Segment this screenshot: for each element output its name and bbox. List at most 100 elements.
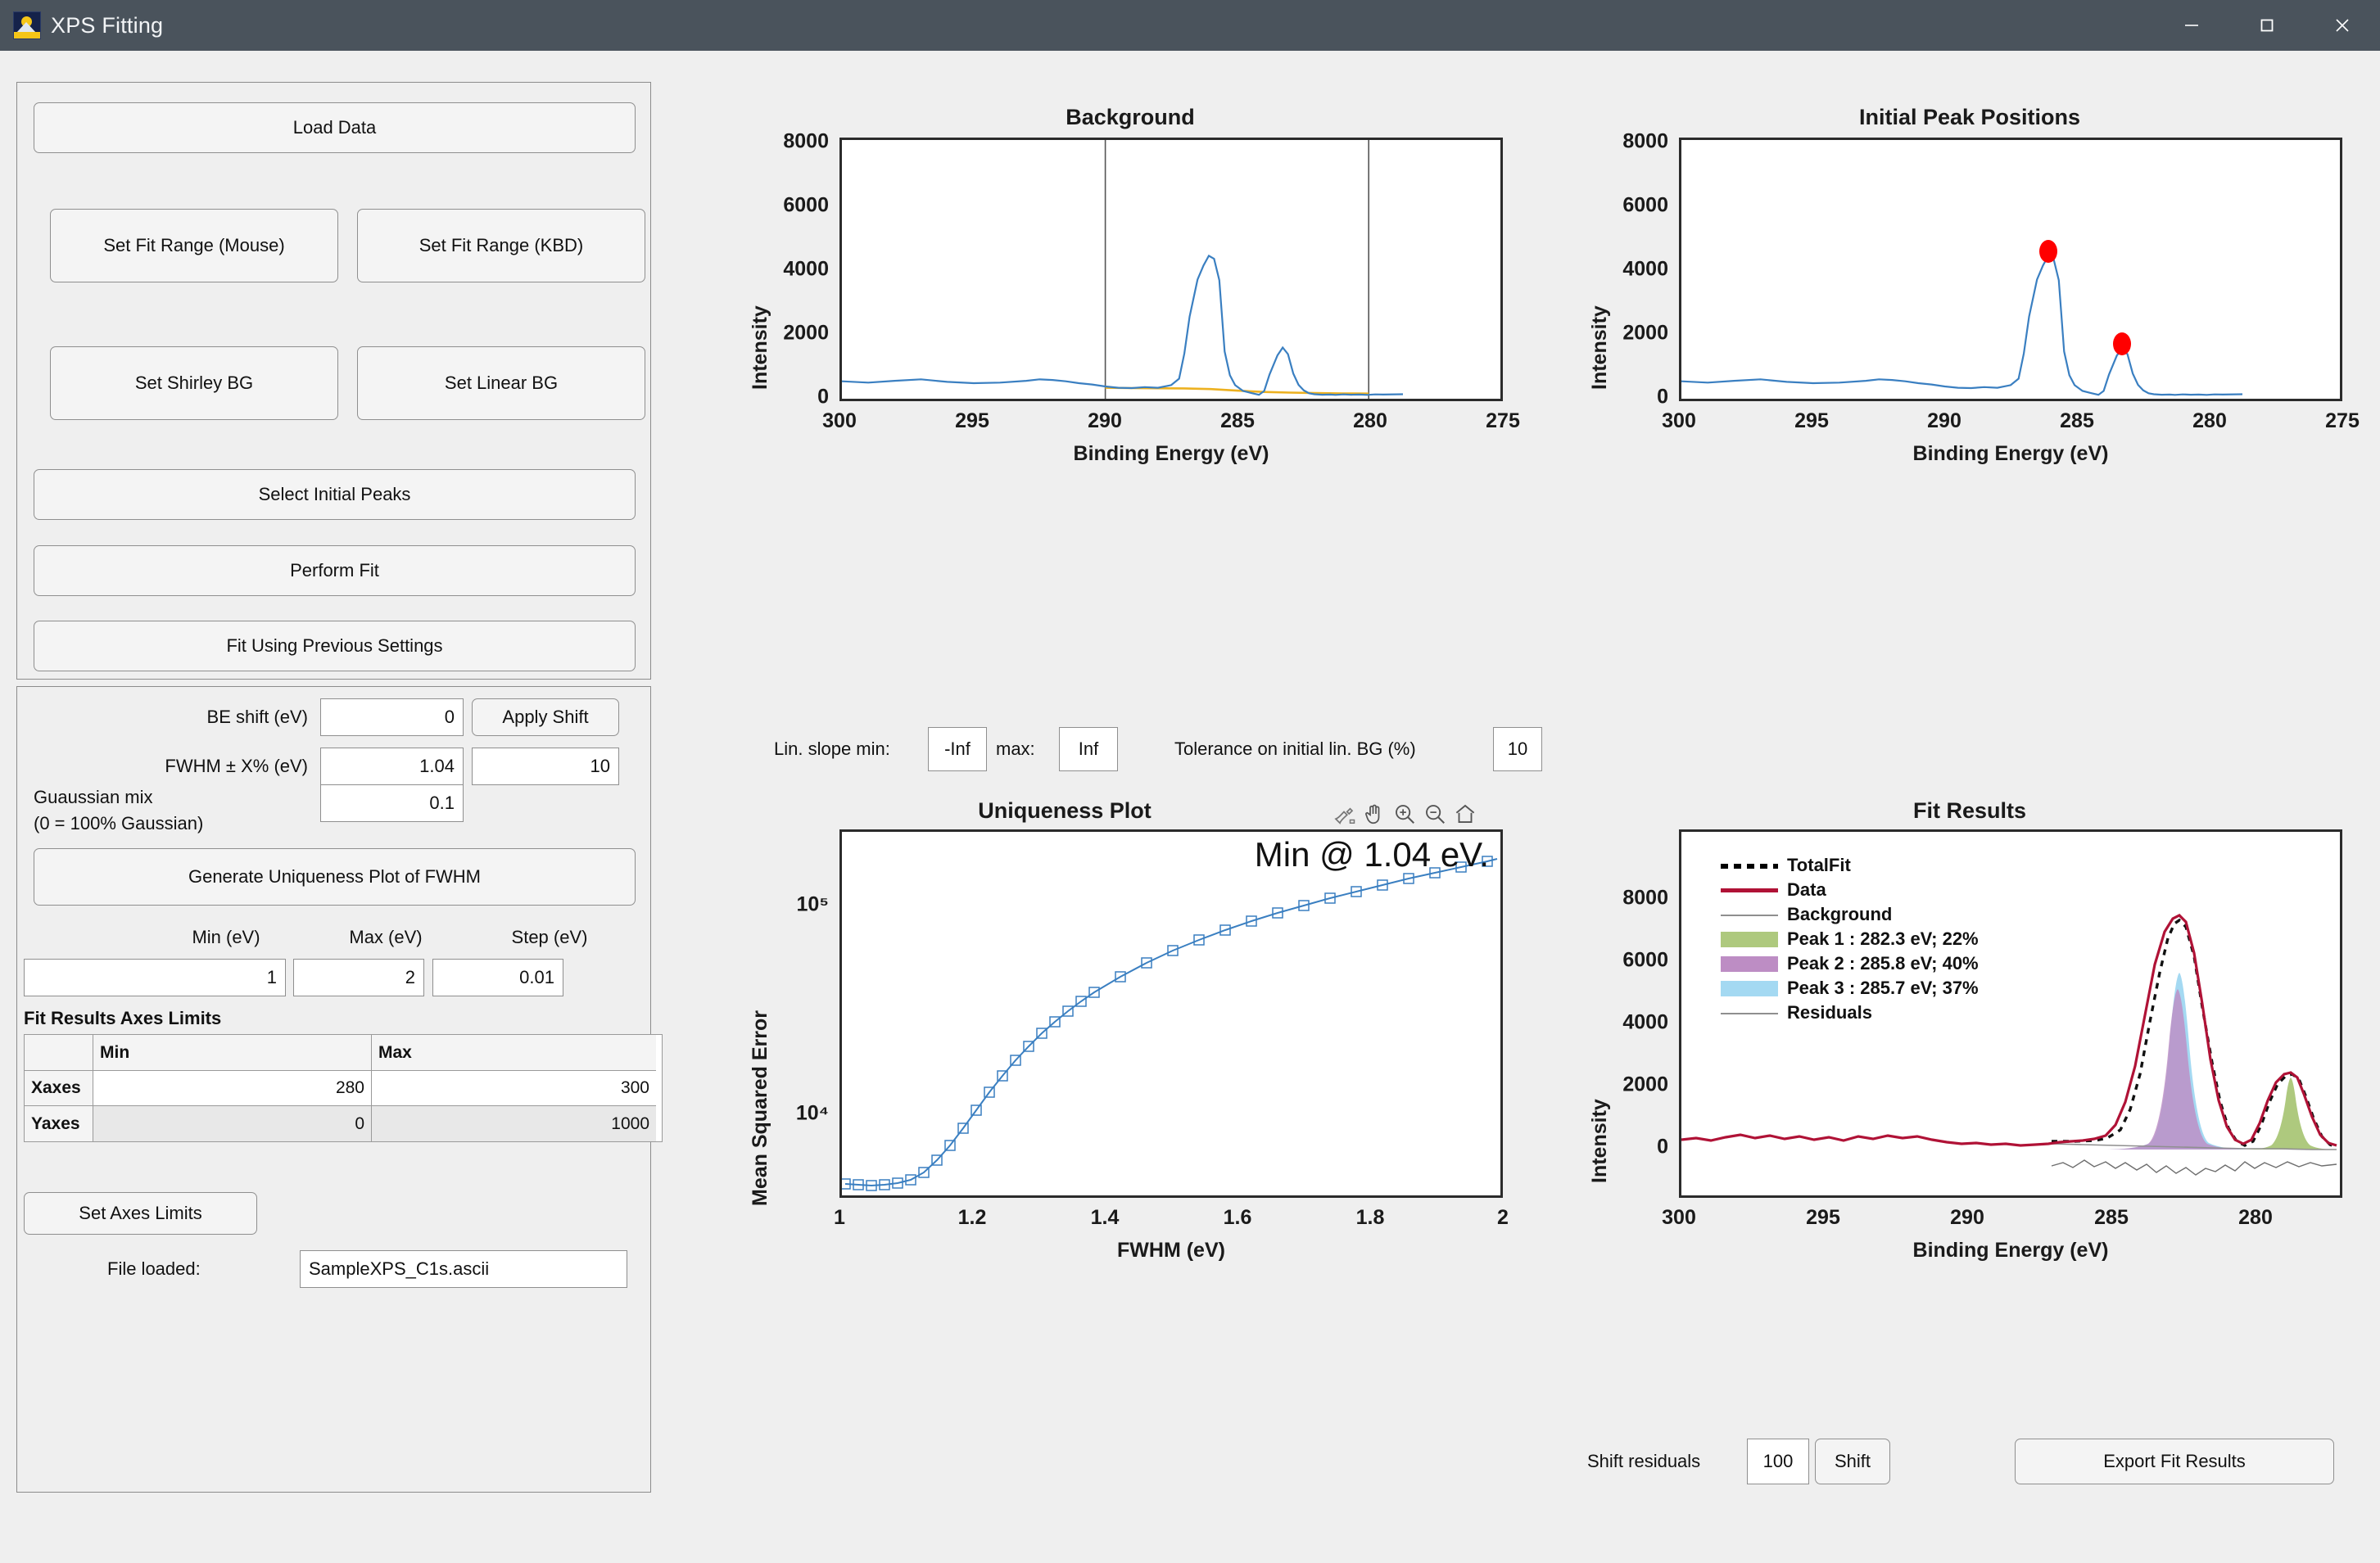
yaxes-min-cell[interactable]: 0	[93, 1106, 372, 1141]
set-axes-limits-button[interactable]: Set Axes Limits	[24, 1192, 257, 1235]
uniqueness-axes[interactable]: Min @ 1.04 eV.	[839, 829, 1503, 1198]
table-corner-header	[25, 1035, 93, 1071]
background-xtick: 285	[1220, 409, 1255, 432]
background-ytick: 8000	[783, 129, 829, 153]
legend-item-peak-2: Peak 2 : 285.8 eV; 40%	[1721, 951, 1979, 976]
fwhm-percent-input[interactable]: 10	[472, 748, 619, 785]
zoom-out-icon	[1426, 805, 1445, 824]
fit-results-xtick: 295	[1806, 1206, 1840, 1229]
uniqueness-ytick: 10⁴	[795, 1101, 829, 1125]
fwhm-label: FWHM ± X% (eV)	[165, 756, 308, 776]
totalfit-line-icon	[1721, 856, 1778, 874]
legend-item-peak-1: Peak 1 : 282.3 eV; 22%	[1721, 927, 1979, 951]
gaussian-mix-label-line2: (0 = 100% Gaussian)	[34, 813, 204, 833]
initial-peaks-ytick: 2000	[1622, 321, 1668, 345]
step-label: Step (eV)	[511, 927, 588, 947]
initial-peaks-xtick: 295	[1794, 409, 1829, 432]
maximize-button[interactable]	[2229, 0, 2305, 51]
fit-results-xtick: 280	[2238, 1206, 2273, 1229]
fit-results-legend: TotalFit Data Background Peak 1 : 282.3 …	[1721, 853, 1979, 1025]
step-input[interactable]: 0.01	[432, 959, 563, 996]
table-header-min: Min	[93, 1035, 372, 1071]
home-icon	[1455, 804, 1475, 823]
min-input[interactable]: 1	[24, 959, 286, 996]
brush-icon	[1334, 807, 1355, 824]
uniqueness-ytick: 10⁵	[796, 892, 829, 916]
uniqueness-xtick: 1.4	[1090, 1206, 1120, 1229]
fwhm-input[interactable]: 1.04	[320, 748, 464, 785]
lin-slope-max-input[interactable]: Inf	[1059, 727, 1118, 771]
row-label-yaxes: Yaxes	[25, 1106, 93, 1141]
background-axes[interactable]	[839, 138, 1503, 401]
axes-limits-section-title: Fit Results Axes Limits	[24, 1008, 222, 1028]
initial-peaks-ytick: 8000	[1622, 129, 1668, 153]
perform-fit-button[interactable]: Perform Fit	[34, 545, 636, 596]
shift-residuals-label: Shift residuals	[1587, 1451, 1701, 1471]
uniqueness-xtick: 1.2	[957, 1206, 987, 1229]
be-shift-input[interactable]: 0	[320, 698, 464, 736]
shift-residuals-input[interactable]: 100	[1747, 1439, 1809, 1484]
table-row: Xaxes 280 300	[25, 1071, 662, 1106]
export-fit-results-button[interactable]: Export Fit Results	[2015, 1439, 2334, 1484]
lin-slope-min-input[interactable]: -Inf	[928, 727, 987, 771]
set-shirley-bg-button[interactable]: Set Shirley BG	[50, 346, 338, 420]
fit-results-plot: Fit Results Intensity 8000 6000 4000 200…	[1577, 798, 2363, 1371]
lin-slope-min-label: Lin. slope min:	[774, 739, 890, 759]
peak-2-swatch-icon	[1721, 955, 1778, 973]
select-initial-peaks-button[interactable]: Select Initial Peaks	[34, 469, 636, 520]
generate-uniqueness-plot-button[interactable]: Generate Uniqueness Plot of FWHM	[34, 848, 636, 906]
background-xtick: 295	[955, 409, 989, 432]
initial-peaks-x-axis-label: Binding Energy (eV)	[1912, 442, 2109, 465]
window-controls	[2154, 0, 2380, 51]
max-input[interactable]: 2	[293, 959, 424, 996]
table-header-max: Max	[372, 1035, 656, 1071]
fit-results-plot-title: Fit Results	[1912, 798, 2027, 823]
background-xtick: 275	[1486, 409, 1520, 432]
legend-item-residuals: Residuals	[1721, 1001, 1979, 1025]
background-x-axis-label: Binding Energy (eV)	[1073, 442, 1269, 465]
yaxes-max-cell[interactable]: 1000	[372, 1106, 656, 1141]
fit-results-ytick: 8000	[1622, 886, 1668, 910]
xaxes-min-cell[interactable]: 280	[93, 1071, 372, 1106]
peak-1-swatch-icon	[1721, 930, 1778, 948]
initial-peaks-xtick: 285	[2060, 409, 2094, 432]
uniqueness-annotation: Min @ 1.04 eV.	[1254, 835, 1489, 874]
fit-using-previous-settings-button[interactable]: Fit Using Previous Settings	[34, 621, 636, 671]
zoom-in-icon	[1396, 805, 1414, 824]
shift-button[interactable]: Shift	[1815, 1439, 1890, 1484]
solarspec-logo-icon	[13, 11, 41, 39]
fit-results-xtick: 300	[1662, 1206, 1696, 1229]
background-ytick: 6000	[783, 193, 829, 217]
initial-peak-marker-1	[2039, 240, 2057, 263]
xaxes-max-cell[interactable]: 300	[372, 1071, 656, 1106]
fit-results-ytick: 6000	[1622, 948, 1668, 972]
background-xtick: 280	[1353, 409, 1387, 432]
data-line-icon	[1721, 881, 1778, 899]
gaussian-mix-input[interactable]: 0.1	[320, 784, 464, 822]
minimize-button[interactable]	[2154, 0, 2229, 51]
table-row: Yaxes 0 1000	[25, 1106, 662, 1141]
fit-results-ytick: 4000	[1622, 1010, 1668, 1034]
uniqueness-xtick: 2	[1497, 1206, 1509, 1229]
set-fit-range-kbd-button[interactable]: Set Fit Range (KBD)	[357, 209, 645, 282]
tolerance-input[interactable]: 10	[1493, 727, 1542, 771]
background-y-axis-label: Intensity	[749, 305, 771, 390]
apply-shift-button[interactable]: Apply Shift	[472, 698, 619, 736]
axes-toolbar[interactable]	[1332, 802, 1477, 826]
initial-peaks-plot: Initial Peak Positions Intensity 8000 60…	[1577, 105, 2363, 662]
set-fit-range-mouse-button[interactable]: Set Fit Range (Mouse)	[50, 209, 338, 282]
max-label: Max (eV)	[349, 927, 423, 947]
min-label: Min (eV)	[192, 927, 260, 947]
initial-peaks-ytick: 6000	[1622, 193, 1668, 217]
file-loaded-value[interactable]: SampleXPS_C1s.ascii	[300, 1250, 627, 1288]
title-bar: XPS Fitting	[0, 0, 2380, 51]
background-ytick: 4000	[783, 257, 829, 281]
load-data-button[interactable]: Load Data	[34, 102, 636, 153]
initial-peaks-plot-title: Initial Peak Positions	[1858, 105, 2081, 129]
initial-peaks-axes[interactable]	[1679, 138, 2342, 401]
axes-limits-table[interactable]: Min Max Xaxes 280 300 Yaxes 0 1000	[24, 1034, 663, 1142]
set-linear-bg-button[interactable]: Set Linear BG	[357, 346, 645, 420]
pan-hand-icon	[1365, 804, 1380, 824]
close-button[interactable]	[2305, 0, 2380, 51]
fit-results-axes[interactable]: TotalFit Data Background Peak 1 : 282.3 …	[1679, 829, 2342, 1198]
